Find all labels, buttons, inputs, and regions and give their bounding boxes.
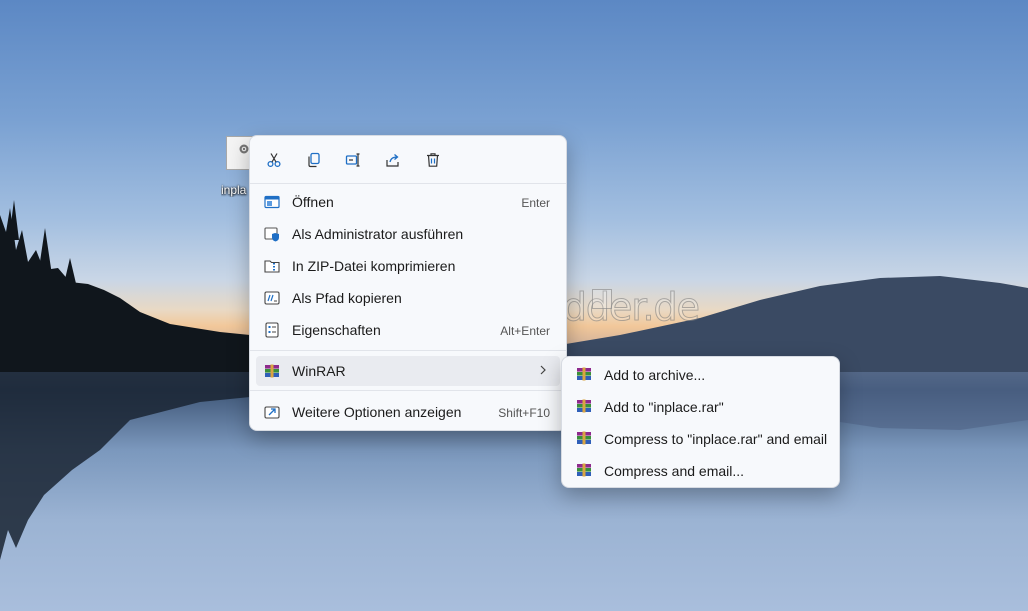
- delete-button[interactable]: [419, 147, 447, 173]
- zip-folder-icon: [264, 260, 280, 273]
- submenu-item-label: Add to archive...: [604, 367, 706, 383]
- menu-item-label: Als Pfad kopieren: [292, 290, 402, 306]
- menu-item-shortcut: Alt+Enter: [500, 324, 550, 338]
- menu-item-label: Öffnen: [292, 194, 334, 210]
- menu-item-copy-path[interactable]: Als Pfad kopieren: [256, 283, 560, 313]
- menu-item-run-as-admin[interactable]: Als Administrator ausführen: [256, 219, 560, 249]
- admin-shield-icon: [264, 227, 279, 242]
- menu-divider: [250, 390, 566, 391]
- menu-item-label: Eigenschaften: [292, 322, 381, 338]
- copy-path-icon: [264, 291, 280, 305]
- submenu-item-add-to-archive[interactable]: Add to archive...: [568, 360, 834, 390]
- menu-item-properties[interactable]: Eigenschaften Alt+Enter: [256, 315, 560, 345]
- winrar-icon: [577, 463, 591, 477]
- chevron-right-icon: [540, 365, 546, 375]
- scissors-icon: [267, 153, 281, 168]
- share-button[interactable]: [379, 147, 407, 173]
- winrar-submenu: Add to archive... Add to "inplace.rar" C…: [561, 356, 840, 488]
- context-menu-toolbar: [250, 136, 566, 183]
- menu-item-shortcut: Shift+F10: [498, 406, 550, 420]
- submenu-item-add-to-rar[interactable]: Add to "inplace.rar": [568, 392, 834, 422]
- open-icon: [264, 195, 280, 209]
- winrar-icon: [577, 367, 591, 381]
- winrar-icon: [577, 431, 591, 445]
- submenu-item-label: Compress and email...: [604, 463, 745, 479]
- watermark-pen-icon: [592, 289, 612, 309]
- submenu-item-label: Compress to "inplace.rar" and email: [604, 431, 828, 447]
- winrar-icon: [265, 364, 279, 378]
- rename-button[interactable]: [339, 147, 367, 173]
- menu-item-open[interactable]: Öffnen Enter: [256, 187, 560, 217]
- menu-item-shortcut: Enter: [521, 196, 550, 210]
- menu-divider: [250, 350, 566, 351]
- menu-item-winrar[interactable]: WinRAR: [256, 356, 560, 386]
- trash-icon: [427, 153, 439, 167]
- copy-button[interactable]: [300, 147, 328, 173]
- winrar-icon: [577, 399, 591, 413]
- menu-item-label: Als Administrator ausführen: [292, 226, 464, 242]
- submenu-item-compress-email[interactable]: Compress to "inplace.rar" and email: [568, 424, 834, 454]
- share-icon: [386, 154, 399, 167]
- cut-button[interactable]: [260, 147, 288, 173]
- properties-icon: [265, 322, 279, 338]
- menu-item-compress-zip[interactable]: In ZIP-Datei komprimieren: [256, 251, 560, 281]
- menu-item-more-options[interactable]: Weitere Optionen anzeigen Shift+F10: [256, 397, 560, 427]
- menu-item-label: In ZIP-Datei komprimieren: [292, 258, 456, 274]
- menu-item-label: Weitere Optionen anzeigen: [292, 404, 462, 420]
- context-menu: Öffnen Enter Als Administrator ausführen…: [249, 135, 567, 431]
- submenu-item-compress-and-email[interactable]: Compress and email...: [568, 456, 834, 486]
- menu-item-label: WinRAR: [292, 363, 346, 379]
- more-options-icon: [264, 406, 280, 419]
- rename-icon: [345, 153, 360, 167]
- copy-icon: [308, 152, 320, 168]
- submenu-item-label: Add to "inplace.rar": [604, 399, 724, 415]
- toolbar-divider: [250, 183, 566, 184]
